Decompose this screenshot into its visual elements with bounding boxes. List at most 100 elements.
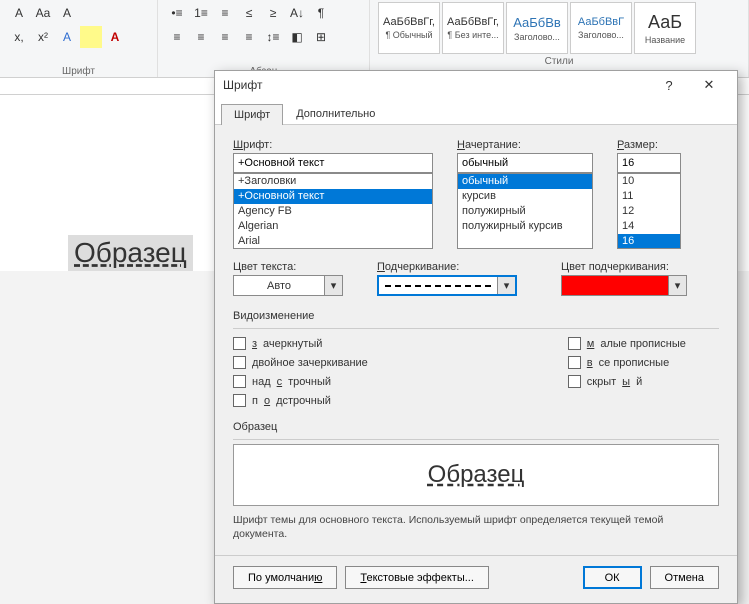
bullets-icon[interactable]: •≡ [166,2,188,24]
dialog-footer: По умолчанию Текстовые эффекты... ОК Отм… [215,556,737,603]
font-color-combo[interactable]: Авто ▾ [233,275,343,296]
ribbon-group-font: A Aa A x, x² A A Шрифт [0,0,158,77]
align-right-icon[interactable]: ≡ [214,26,236,48]
checkbox-icon[interactable] [233,356,246,369]
check-allcaps[interactable]: все прописные [568,356,686,369]
style-input[interactable] [457,153,593,173]
ribbon-group-paragraph: •≡ 1≡ ≡ ≤ ≥ A↓ ¶ ≡ ≡ ≡ ≡ ↕≡ ◧ ⊞ Абзац [158,0,370,77]
dec-indent-icon[interactable]: ≤ [238,2,260,24]
multilevel-icon[interactable]: ≡ [214,2,236,24]
underline-color-combo[interactable]: ▾ [561,275,687,296]
check-dstrike[interactable]: двойное зачеркивание [233,356,368,369]
clear-format-icon[interactable]: A [56,2,78,24]
color-swatch-red [562,276,668,295]
style-label: Начертание: [457,139,593,151]
ribbon: A Aa A x, x² A A Шрифт •≡ 1≡ ≡ ≤ ≥ A↓ ¶ [0,0,749,78]
subscript-icon[interactable]: x, [8,26,30,48]
list-item[interactable]: полужирный курсив [458,219,592,234]
justify-icon[interactable]: ≡ [238,26,260,48]
shading-icon[interactable]: ◧ [286,26,308,48]
help-button[interactable]: ? [649,71,689,99]
font-color-icon[interactable]: A [104,26,126,48]
highlight-icon[interactable] [80,26,102,48]
document-sample-text[interactable]: Образец [68,235,193,271]
check-sub[interactable]: подстрочный [233,394,368,407]
checkbox-icon[interactable] [233,375,246,388]
style-item-nospace[interactable]: АаБбВвГг,¶ Без инте... [442,2,504,54]
style-item-normal[interactable]: АаБбВвГг,¶ Обычный [378,2,440,54]
line-spacing-icon[interactable]: ↕≡ [262,26,284,48]
list-item[interactable]: 10 [618,174,680,189]
effects-label: Видоизменение [233,310,719,322]
list-item[interactable]: Arial [234,234,432,249]
check-super[interactable]: надстрочный [233,375,368,388]
style-listbox[interactable]: обычный курсив полужирный полужирный кур… [457,173,593,249]
superscript-icon[interactable]: x² [32,26,54,48]
dialog-body: Шрифт: +Заголовки +Основной текст Agency… [215,125,737,555]
cancel-button[interactable]: Отмена [650,566,719,589]
text-effects-icon[interactable]: A [56,26,78,48]
dialog-titlebar[interactable]: Шрифт ? ✕ [215,71,737,99]
preview-description: Шрифт темы для основного текста. Использ… [233,514,719,541]
styles-group-label: Стили [378,54,740,67]
align-left-icon[interactable]: ≡ [166,26,188,48]
list-item[interactable]: курсив [458,189,592,204]
list-item[interactable]: 12 [618,204,680,219]
checkbox-icon[interactable] [233,337,246,350]
list-item[interactable]: 16 [618,234,680,249]
checkbox-icon[interactable] [233,394,246,407]
align-center-icon[interactable]: ≡ [190,26,212,48]
preview-box: Образец [233,444,719,506]
list-item[interactable]: 14 [618,219,680,234]
list-item[interactable]: Algerian [234,219,432,234]
change-case-icon[interactable]: Aa [32,2,54,24]
size-listbox[interactable]: 10 11 12 14 16 [617,173,681,249]
preview-label: Образец [233,421,719,433]
sort-icon[interactable]: A↓ [286,2,308,24]
preview-text: Образец [428,461,525,489]
list-item[interactable]: +Заголовки [234,174,432,189]
font-group-label: Шрифт [8,64,149,77]
font-dialog: Шрифт ? ✕ Шрифт Дополнительно Шрифт: +За… [214,70,738,604]
numbering-icon[interactable]: 1≡ [190,2,212,24]
font-color-label: Цвет текста: [233,261,353,273]
underline-color-label: Цвет подчеркивания: [561,261,701,273]
tab-font[interactable]: Шрифт [221,104,283,125]
style-item-heading2[interactable]: АаБбВвГЗаголово... [570,2,632,54]
inc-indent-icon[interactable]: ≥ [262,2,284,24]
list-item[interactable]: +Основной текст [234,189,432,204]
checkbox-icon[interactable] [568,356,581,369]
font-listbox[interactable]: +Заголовки +Основной текст Agency FB Alg… [233,173,433,249]
ribbon-group-styles: АаБбВвГг,¶ Обычный АаБбВвГг,¶ Без инте..… [370,0,749,77]
check-strike[interactable]: зачеркнутый [233,337,368,350]
close-button[interactable]: ✕ [689,71,729,99]
style-item-title[interactable]: АаБНазвание [634,2,696,54]
check-hidden[interactable]: скрытый [568,375,686,388]
set-default-button[interactable]: По умолчанию [233,566,337,589]
underline-dash-preview [379,277,497,294]
showmarks-icon[interactable]: ¶ [310,2,332,24]
increase-font-icon[interactable]: A [8,2,30,24]
list-item[interactable]: обычный [458,174,592,189]
checkbox-icon[interactable] [568,337,581,350]
size-input[interactable] [617,153,681,173]
text-effects-button[interactable]: Текстовые эффекты... [345,566,489,589]
list-item[interactable]: 11 [618,189,680,204]
list-item[interactable]: Agency FB [234,204,432,219]
dialog-title: Шрифт [223,78,649,92]
styles-gallery[interactable]: АаБбВвГг,¶ Обычный АаБбВвГг,¶ Без инте..… [378,2,740,54]
style-item-heading1[interactable]: АаБбВвЗаголово... [506,2,568,54]
underline-style-combo[interactable]: ▾ [377,275,517,296]
checkbox-icon[interactable] [568,375,581,388]
underline-style-label: Подчеркивание: [377,261,537,273]
chevron-down-icon[interactable]: ▾ [668,276,686,295]
check-smallcaps[interactable]: малые прописные [568,337,686,350]
tab-advanced[interactable]: Дополнительно [283,103,388,124]
size-label: Размер: [617,139,681,151]
chevron-down-icon[interactable]: ▾ [324,276,342,295]
list-item[interactable]: полужирный [458,204,592,219]
font-input[interactable] [233,153,433,173]
ok-button[interactable]: ОК [583,566,642,589]
borders-icon[interactable]: ⊞ [310,26,332,48]
chevron-down-icon[interactable]: ▾ [497,277,515,294]
